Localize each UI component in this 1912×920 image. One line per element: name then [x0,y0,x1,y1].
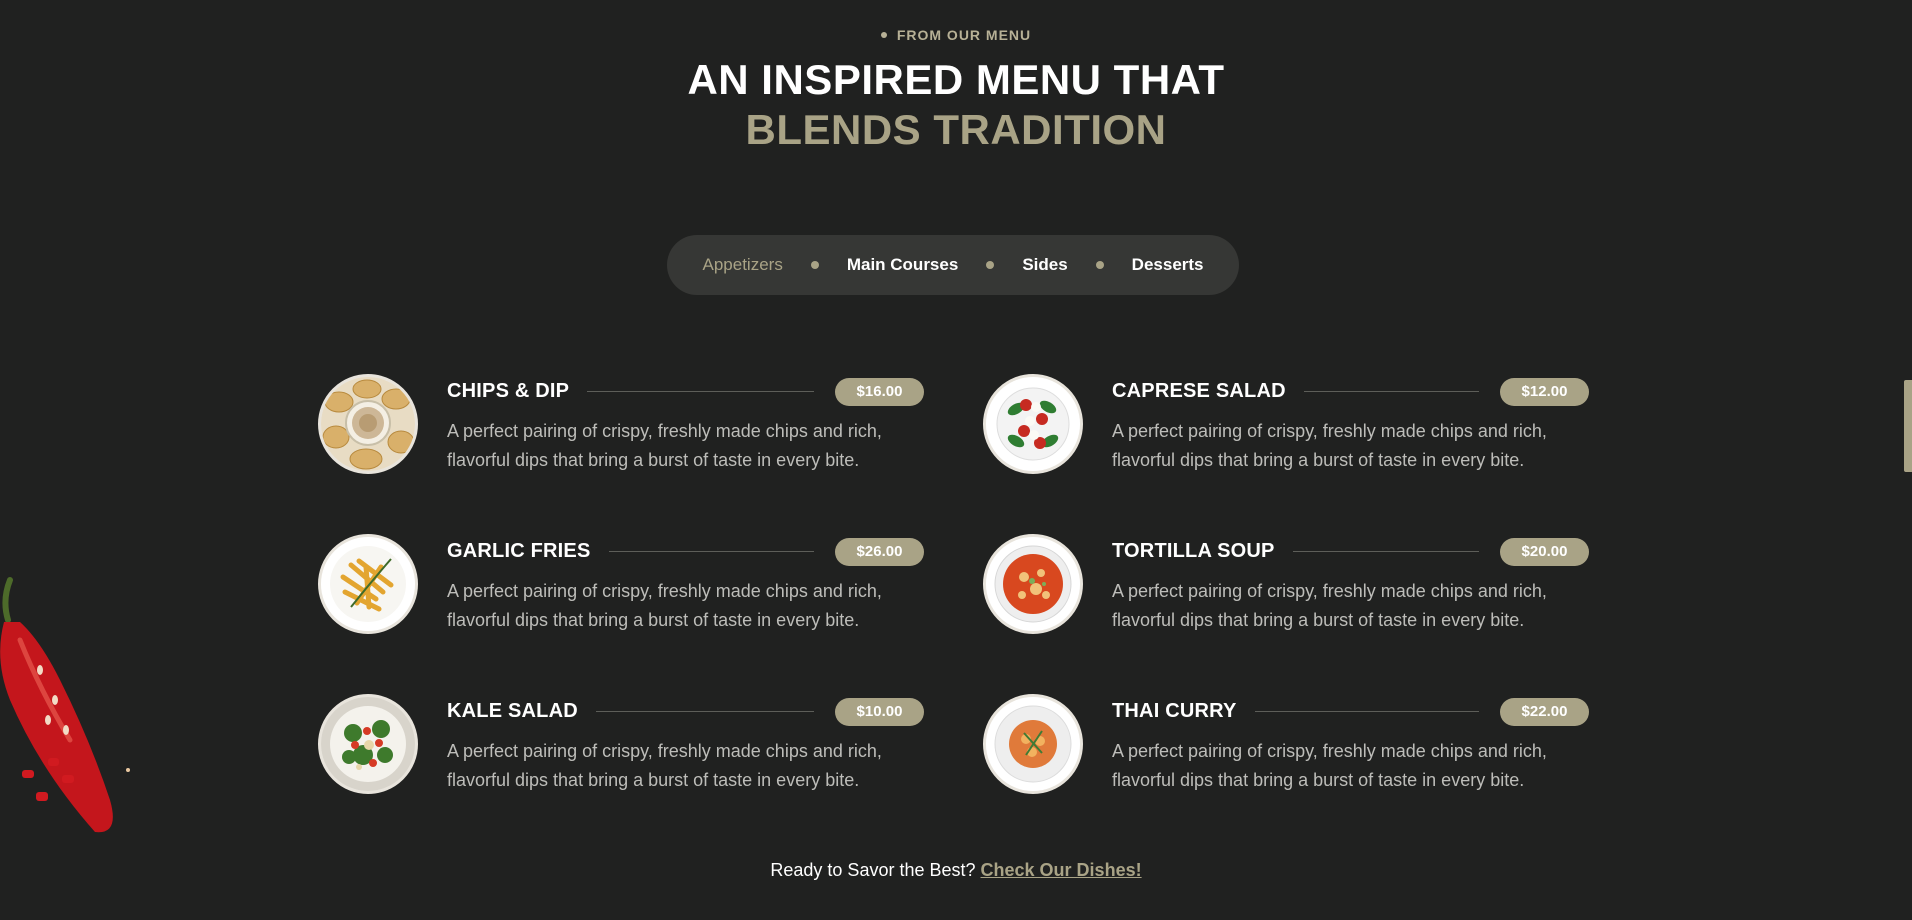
garlic-fries-image [318,534,418,634]
tab-appetizers[interactable]: Appetizers [701,255,785,275]
price-badge: $26.00 [835,538,924,566]
scrollbar-thumb[interactable] [1904,380,1912,472]
chili-pepper-decoration-icon [0,577,130,833]
dish-name: KALE SALAD [447,700,596,723]
price-badge: $10.00 [835,698,924,726]
dish-description: A perfect pairing of crispy, freshly mad… [447,581,882,630]
dish-name: GARLIC FRIES [447,540,609,563]
section-eyebrow: FROM OUR MENU [0,27,1912,43]
menu-item: CHIPS & DIP $16.00 A perfect pairing of … [318,374,924,484]
dish-name: CAPRESE SALAD [1112,380,1304,403]
tab-sides[interactable]: Sides [1020,255,1069,275]
kale-salad-image [318,694,418,794]
dish-description: A perfect pairing of crispy, freshly mad… [1112,581,1547,630]
check-dishes-link[interactable]: Check Our Dishes! [981,860,1142,880]
caprese-salad-image [983,374,1083,474]
tab-desserts[interactable]: Desserts [1130,255,1206,275]
section-title-line-2: BLENDS TRADITION [745,106,1167,153]
eyebrow-label: FROM OUR MENU [896,27,1032,43]
dish-description: A perfect pairing of crispy, freshly mad… [1112,741,1547,790]
dish-name: THAI CURRY [1112,700,1255,723]
menu-item: GARLIC FRIES $26.00 A perfect pairing of… [318,534,924,644]
chips-dip-image [318,374,418,474]
dish-name: CHIPS & DIP [447,380,588,403]
price-badge: $20.00 [1500,538,1589,566]
tab-main-courses[interactable]: Main Courses [845,255,960,275]
menu-category-tabs: Appetizers Main Courses Sides Desserts [667,235,1239,295]
menu-item: TORTILLA SOUP $20.00 A perfect pairing o… [983,534,1589,644]
menu-item: CAPRESE SALAD $12.00 A perfect pairing o… [983,374,1589,484]
tab-separator-dot-icon [1095,261,1104,269]
tortilla-soup-image [983,534,1083,634]
tab-separator-dot-icon [810,261,819,269]
price-badge: $12.00 [1500,378,1589,406]
dish-name: TORTILLA SOUP [1112,540,1293,563]
dish-description: A perfect pairing of crispy, freshly mad… [447,741,882,790]
cta-text: Ready to Savor the Best? [770,860,976,880]
cta-row: Ready to Savor the Best? Check Our Dishe… [0,860,1912,881]
section-title-line-1: AN INSPIRED MENU THAT [687,56,1225,103]
thai-curry-image [983,694,1083,794]
price-badge: $16.00 [835,378,924,406]
menu-item: KALE SALAD $10.00 A perfect pairing of c… [318,694,924,804]
menu-item: THAI CURRY $22.00 A perfect pairing of c… [983,694,1589,804]
menu-section: FROM OUR MENU AN INSPIRED MENU THAT BLEN… [0,0,1912,920]
dish-description: A perfect pairing of crispy, freshly mad… [1112,421,1547,470]
tab-separator-dot-icon [986,261,995,269]
eyebrow-dot-icon [880,31,887,38]
dish-description: A perfect pairing of crispy, freshly mad… [447,421,882,470]
price-badge: $22.00 [1500,698,1589,726]
